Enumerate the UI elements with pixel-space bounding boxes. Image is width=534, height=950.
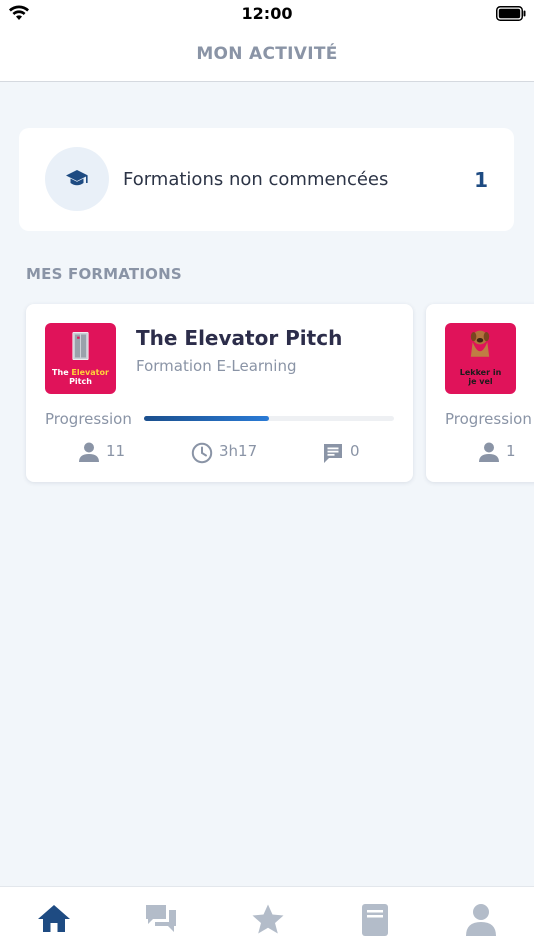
- progress-fill: [144, 416, 269, 421]
- clock-icon: [191, 442, 213, 464]
- thumbnail-caption-pre: The: [52, 368, 72, 377]
- thumbnail-caption-line2: je vel: [468, 377, 493, 386]
- progress-label: Progression: [45, 410, 132, 428]
- summary-label: Formations non commencées: [123, 169, 389, 190]
- tab-catalog[interactable]: [354, 901, 394, 937]
- chat-icon: [146, 905, 176, 932]
- summary-count: 1: [474, 168, 488, 192]
- thumbnail-caption: Lekker in je vel: [445, 368, 516, 386]
- learners-stat: 11: [78, 440, 138, 464]
- status-time: 12:00: [241, 4, 293, 23]
- page-title: MON ACTIVITÉ: [196, 44, 338, 64]
- duration-value: 3h17: [219, 442, 258, 460]
- comments-stat: 0: [322, 440, 382, 464]
- tab-favorites[interactable]: [247, 901, 287, 937]
- thumbnail-caption-post: Pitch: [69, 377, 92, 386]
- thumbnail-caption-line1: Lekker in: [459, 368, 502, 377]
- tab-profile[interactable]: [460, 901, 500, 937]
- home-icon: [38, 905, 70, 932]
- course-thumbnail: The Elevator Pitch: [45, 323, 116, 394]
- course-subtitle: Formation E-Learning: [136, 357, 297, 375]
- nav-bar: MON ACTIVITÉ: [0, 30, 534, 82]
- dog-icon: [470, 330, 490, 357]
- user-icon: [479, 442, 499, 462]
- course-thumbnail: Lekker in je vel: [445, 323, 516, 394]
- user-icon: [466, 904, 496, 936]
- progress-bar: [144, 416, 394, 421]
- course-card[interactable]: Lekker in je vel Progression 1: [426, 304, 534, 482]
- thumbnail-caption-accent: Elevator: [71, 368, 109, 377]
- not-started-summary-card[interactable]: Formations non commencées 1: [19, 128, 514, 231]
- status-bar: 12:00: [0, 0, 534, 30]
- tab-bar: [0, 886, 534, 950]
- book-icon: [362, 904, 388, 936]
- tab-home[interactable]: [33, 901, 73, 937]
- comments-count: 0: [350, 442, 360, 460]
- tab-messages[interactable]: [140, 901, 180, 937]
- thumbnail-caption: The Elevator Pitch: [45, 368, 116, 386]
- section-title: MES FORMATIONS: [26, 265, 182, 283]
- summary-icon-badge: [45, 147, 109, 211]
- graduation-cap-icon: [66, 170, 88, 186]
- learners-count: 1: [506, 442, 516, 460]
- star-icon: [252, 904, 284, 934]
- learners-count: 11: [106, 442, 126, 460]
- learners-stat: 1: [478, 440, 534, 464]
- battery-icon: [496, 6, 526, 21]
- duration-stat: 3h17: [191, 440, 271, 464]
- comment-icon: [324, 444, 342, 463]
- user-icon: [79, 442, 99, 462]
- elevator-icon: [72, 331, 89, 361]
- course-title: The Elevator Pitch: [136, 326, 343, 350]
- progress-label: Progression: [445, 410, 532, 428]
- course-card[interactable]: The Elevator Pitch The Elevator Pitch Fo…: [26, 304, 413, 482]
